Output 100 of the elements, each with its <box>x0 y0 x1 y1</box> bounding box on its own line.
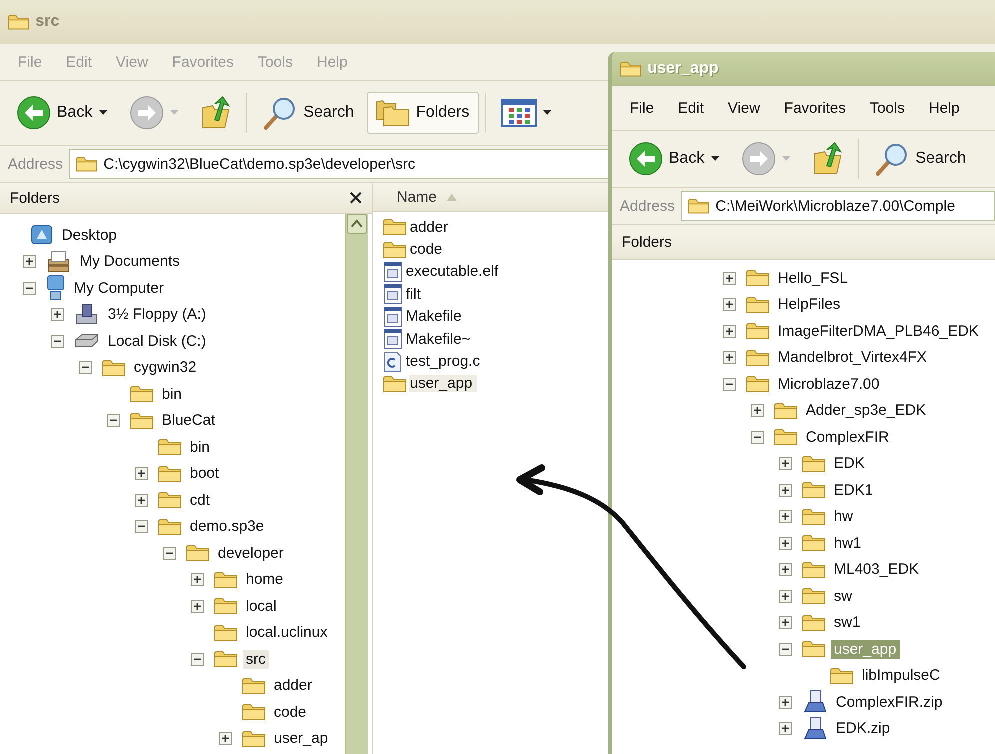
expand-icon[interactable] <box>778 536 792 550</box>
tree-item[interactable]: Mandelbrot_Virtex4FX <box>775 348 930 368</box>
tree-item[interactable]: cygwin32 <box>131 358 200 378</box>
tree-item[interactable]: bin <box>159 384 186 404</box>
list-entry[interactable]: code <box>409 241 447 258</box>
expand-icon[interactable] <box>778 722 792 736</box>
expand-icon[interactable] <box>134 494 148 507</box>
back-button[interactable]: Back <box>8 92 117 134</box>
menu-item[interactable]: Favorites <box>774 98 856 118</box>
tree-item[interactable]: My Computer <box>71 278 168 298</box>
tree-item[interactable]: EDK.zip <box>833 719 894 738</box>
expand-icon[interactable] <box>190 573 204 586</box>
tree-item[interactable]: src <box>243 650 269 669</box>
collapse-icon[interactable] <box>750 430 764 444</box>
expand-icon[interactable] <box>722 272 736 285</box>
search-icon <box>262 96 298 130</box>
tree-item[interactable]: Hello_FSL <box>775 268 852 288</box>
folder-icon <box>214 649 238 670</box>
tree-item[interactable]: cdt <box>187 490 214 510</box>
tree-item[interactable]: user_ap <box>271 729 332 748</box>
back-button[interactable]: Back <box>620 138 729 180</box>
collapse-icon[interactable] <box>190 652 204 666</box>
tree-item[interactable]: ComplexFIR <box>803 428 892 447</box>
tree-item[interactable]: HelpFiles <box>775 295 844 314</box>
tree-item[interactable]: libImpulseC <box>859 666 944 686</box>
list-entry[interactable]: adder <box>409 218 452 236</box>
tree-item[interactable]: ML403_EDK <box>831 560 922 580</box>
expand-icon[interactable] <box>22 255 36 268</box>
search-button[interactable]: Search <box>252 92 364 134</box>
collapse-icon[interactable] <box>106 414 120 428</box>
tree-item[interactable]: Desktop <box>59 226 120 245</box>
tree-item[interactable]: sw1 <box>831 613 864 632</box>
expand-icon[interactable] <box>778 484 792 497</box>
expand-icon[interactable] <box>778 616 792 630</box>
tree-item[interactable]: boot <box>187 464 222 484</box>
list-entry[interactable]: filt <box>405 286 425 303</box>
address-label: Address <box>8 156 64 172</box>
tree-item[interactable]: EDK1 <box>831 480 876 500</box>
tree-item[interactable]: local <box>243 596 280 616</box>
menu-item[interactable]: Edit <box>668 98 714 118</box>
expand-icon[interactable] <box>778 510 792 524</box>
tree-item[interactable]: adder <box>271 676 316 696</box>
menu-item[interactable]: Help <box>919 98 970 118</box>
expand-icon[interactable] <box>778 563 792 576</box>
folder-icon <box>383 374 407 394</box>
expand-icon[interactable] <box>134 467 148 480</box>
expand-icon[interactable] <box>778 696 792 709</box>
tree-item[interactable]: Local Disk (C:) <box>105 332 210 351</box>
expand-icon[interactable] <box>778 590 792 603</box>
floppy-drive-icon <box>74 302 100 327</box>
list-entry[interactable]: Makefile~ <box>405 330 475 348</box>
tree-item[interactable]: hw <box>831 507 856 526</box>
scrollbar[interactable] <box>345 214 368 754</box>
folder-icon <box>802 560 826 580</box>
tree-item[interactable]: BlueCat <box>159 411 218 430</box>
expand-icon[interactable] <box>722 298 736 312</box>
collapse-icon[interactable] <box>50 334 64 348</box>
tree-item[interactable]: demo.sp3e <box>187 517 268 536</box>
folder-icon <box>802 639 826 660</box>
tree-item[interactable]: sw <box>831 586 856 606</box>
list-entry[interactable]: user_app <box>409 375 477 392</box>
menu-item[interactable]: File <box>620 98 664 118</box>
collapse-icon[interactable] <box>722 378 736 391</box>
tree-item[interactable]: local.uclinux <box>243 623 331 642</box>
search-button[interactable]: Search <box>864 138 976 180</box>
tree-item[interactable]: ImageFilterDMA_PLB46_EDK <box>775 322 982 341</box>
menu-item[interactable]: Tools <box>860 98 915 118</box>
tree-item[interactable]: bin <box>187 438 214 457</box>
tree-item[interactable]: hw1 <box>831 534 865 553</box>
expand-icon[interactable] <box>190 600 204 613</box>
tree-item[interactable]: home <box>243 570 287 590</box>
collapse-icon[interactable] <box>78 361 92 374</box>
close-icon[interactable] <box>350 192 362 204</box>
menu-item[interactable]: View <box>718 98 770 118</box>
collapse-icon[interactable] <box>162 546 176 560</box>
expand-icon[interactable] <box>750 404 764 418</box>
tree-item[interactable]: ComplexFIR.zip <box>833 692 946 712</box>
tree-item[interactable]: My Documents <box>77 252 184 272</box>
tree-item[interactable]: EDK <box>831 454 868 474</box>
tree-item[interactable]: Microblaze7.00 <box>775 374 883 394</box>
folders-button[interactable]: Folders <box>367 92 479 134</box>
folder-icon <box>802 480 826 500</box>
tree-item[interactable]: code <box>271 702 310 722</box>
expand-icon[interactable] <box>722 351 736 364</box>
collapse-icon[interactable] <box>778 642 792 656</box>
collapse-icon[interactable] <box>22 282 36 295</box>
expand-icon[interactable] <box>218 732 232 746</box>
tree-item[interactable]: 3½ Floppy (A:) <box>105 305 210 324</box>
expand-icon[interactable] <box>778 457 792 470</box>
list-entry[interactable]: test_prog.c <box>405 353 484 370</box>
expand-icon[interactable] <box>722 324 736 338</box>
collapse-icon[interactable] <box>134 520 148 534</box>
expand-icon[interactable] <box>50 308 64 322</box>
tree-item[interactable]: developer <box>215 544 287 563</box>
tree-item[interactable]: Adder_sp3e_EDK <box>803 401 930 420</box>
address-field[interactable]: C:\MeiWork\Microblaze7.00\Comple <box>681 191 995 221</box>
column-header[interactable]: Name <box>397 188 438 206</box>
list-entry[interactable]: executable.elf <box>405 263 503 280</box>
list-entry[interactable]: Makefile <box>405 308 466 326</box>
computer-icon <box>46 275 66 302</box>
